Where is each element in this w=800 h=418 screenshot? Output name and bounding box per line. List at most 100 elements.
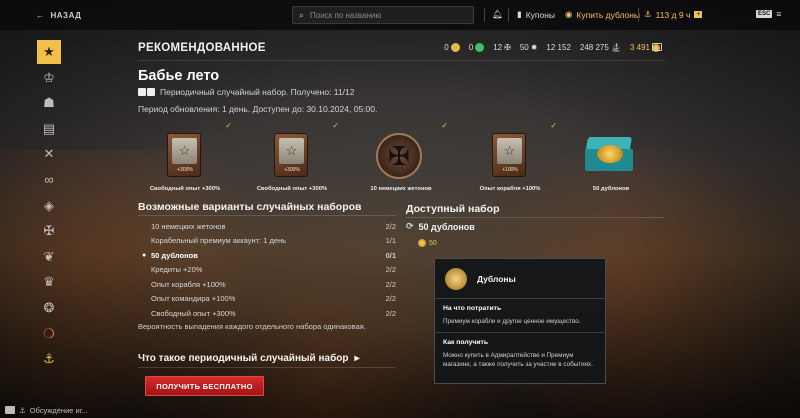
list-item-current: ● 50 дублонов 0/1	[138, 248, 396, 263]
sidebar-item-emblem[interactable]: ♛	[37, 270, 61, 294]
doubloons-icon	[445, 267, 467, 290]
esc-key-label: ESC	[756, 10, 773, 18]
sidebar-item-signals[interactable]: ∞	[37, 168, 61, 192]
list-item: Опыт командира +100% 2/2	[138, 292, 396, 307]
divider	[508, 8, 509, 22]
divider	[138, 367, 396, 368]
reward-label: Свободный опыт +300%	[256, 186, 328, 192]
list-item: Опыт корабля +100% 2/2	[138, 277, 396, 292]
chain-icon: ∞	[44, 172, 54, 188]
coupons-button[interactable]: ▮ Купоны	[517, 9, 555, 20]
background-vignette	[0, 0, 800, 418]
search-input[interactable]	[310, 10, 461, 20]
sidebar-item-camouflage[interactable]: ▤	[37, 117, 61, 141]
coin-icon	[418, 239, 426, 247]
item-label: Корабельный премиум аккаунт: 1 день	[151, 236, 287, 246]
sidebar: ★ ♔ ☗ ▤ ✕ ∞ ◈ ✠ ❦ ♛ ❂ ❍ ⚓︎	[37, 40, 63, 366]
tooltip-section-title: На что потратить	[443, 305, 502, 312]
divider	[138, 215, 396, 216]
coal-icon	[450, 43, 460, 52]
bullet-icon: ●	[142, 251, 147, 259]
wallet-icon[interactable]	[652, 43, 662, 51]
currency-tokens[interactable]: 12 ✠	[493, 43, 511, 52]
available-value: 50	[429, 239, 437, 247]
currency-value: 50	[519, 43, 529, 52]
divider	[638, 8, 639, 22]
chat-button[interactable]: ⚓︎ Обсуждение иг...	[0, 402, 88, 418]
anchor-icon: ⚓︎	[43, 351, 55, 367]
list-item: 10 немецких жетонов 2/2	[138, 219, 396, 234]
sidebar-item-medal[interactable]: ❂	[37, 296, 61, 320]
back-label: НАЗАД	[50, 10, 82, 20]
sidebar-item-tools[interactable]: ✕	[37, 142, 61, 166]
menu-button[interactable]: ESC ≡	[756, 9, 781, 19]
reward-item[interactable]: ✓ ✠ 10 немецких жетонов	[346, 121, 456, 192]
buy-gold-button[interactable]: ◉ Купить дублоны	[565, 9, 640, 20]
check-icon: ✓	[550, 121, 557, 130]
steel-icon	[475, 43, 485, 52]
bundle-title: Бабье лето	[138, 68, 220, 84]
item-count: 2/2	[385, 294, 396, 304]
page-title: РЕКОМЕНДОВАННОЕ	[138, 42, 266, 54]
coupon-icon: ▮	[517, 9, 522, 19]
item-count: 1/1	[385, 236, 396, 246]
anchor-small-icon: ⚓︎	[19, 405, 26, 415]
notifications-button[interactable]: 🔔︎	[492, 9, 503, 20]
reward-item[interactable]: 50 дублонов	[556, 121, 666, 192]
reward-item[interactable]: ✓ ☆ +300% Свободный опыт +300%	[130, 121, 240, 192]
sidebar-item-featured[interactable]: ★	[37, 40, 61, 64]
currency-value: 3 491	[629, 43, 650, 52]
list-item: Свободный опыт +300% 2/2	[138, 306, 396, 321]
currency-steel[interactable]: 0	[469, 43, 485, 52]
menu-icon: ≡	[776, 9, 782, 19]
currency-value: 12 152	[546, 43, 571, 52]
divider	[138, 60, 665, 61]
check-icon	[556, 121, 666, 131]
doubloons-tooltip: Дублоны На что потратить Премиум корабли…	[434, 258, 606, 384]
eagle-icon: ❦	[43, 248, 55, 264]
currency-doubloons-small[interactable]: 50 ✹	[520, 43, 538, 52]
sidebar-item-chest[interactable]: ❍	[37, 322, 61, 346]
item-count: 2/2	[385, 279, 396, 289]
circle-icon: ❍	[43, 325, 55, 341]
sidebar-item-clan[interactable]: ♔	[37, 66, 61, 90]
available-item[interactable]: ⟳ 50 дублонов	[406, 221, 475, 232]
sidebar-item-commander[interactable]: ☗	[37, 91, 61, 115]
wings-icon: ♔	[43, 69, 55, 85]
item-label: 10 немецких жетонов	[151, 221, 226, 231]
sidebar-item-anchor[interactable]: ⚓︎	[37, 347, 61, 371]
reward-pct: +100%	[502, 167, 518, 173]
gold-chest-icon	[581, 131, 641, 181]
tooltip-section-text: Можно купить в Адмиралтействе и Премиум …	[443, 352, 593, 368]
search-icon: ⌕	[299, 9, 305, 20]
ship-xp-card-icon: ☆ +100%	[480, 131, 540, 181]
sidebar-item-eagle[interactable]: ❦	[37, 245, 61, 269]
currency-bar: 0 0 12 ✠ 50 ✹ 12 152 248 275 ⛵︎ 3 491	[444, 43, 660, 52]
get-free-button[interactable]: ПОЛУЧИТЬ БЕСПЛАТНО	[145, 376, 264, 396]
currency-value: 12	[493, 43, 503, 52]
divider	[406, 217, 664, 218]
currency-credits[interactable]: 248 275 ⛵︎	[580, 43, 621, 52]
currency-freexp[interactable]: 12 152	[546, 43, 570, 52]
tooltip-section: Как получить Можно купить в Адмиралтейст…	[435, 333, 605, 369]
chevron-right-icon: ▸	[354, 353, 360, 364]
what-is-link[interactable]: Что такое периодичный случайный набор ▸	[138, 353, 360, 364]
back-button[interactable]: ← НАЗАД	[36, 11, 81, 20]
search-box[interactable]: ⌕	[292, 6, 474, 24]
currency-coal[interactable]: 0	[444, 43, 460, 52]
possible-sets-title: Возможные варианты случайных наборов	[138, 201, 362, 213]
available-item-value: 50	[418, 239, 437, 247]
diamond-icon: ◈	[44, 197, 54, 213]
reward-item[interactable]: ✓ ☆ +100% Опыт корабля +100%	[455, 121, 565, 192]
check-icon: ✓	[225, 121, 232, 130]
reward-item[interactable]: ✓ ☆ +300% Свободный опыт +300%	[237, 121, 347, 192]
iron-cross-token-icon: ✠	[371, 131, 431, 181]
sidebar-item-flags[interactable]: ◈	[37, 194, 61, 218]
chat-icon	[5, 406, 15, 414]
premium-button[interactable]: ⚓︎ 113 д 9 ч +	[644, 9, 703, 20]
reward-label: 10 немецких жетонов	[370, 186, 432, 192]
possible-sets-list: 10 немецких жетонов 2/2 Корабельный преми…	[138, 219, 396, 321]
sidebar-item-ensign[interactable]: ✠	[37, 219, 61, 243]
bundle-subtitle: Периодичный случайный набор. Получено: 1…	[160, 87, 355, 97]
coins-icon: ◉	[565, 9, 573, 19]
